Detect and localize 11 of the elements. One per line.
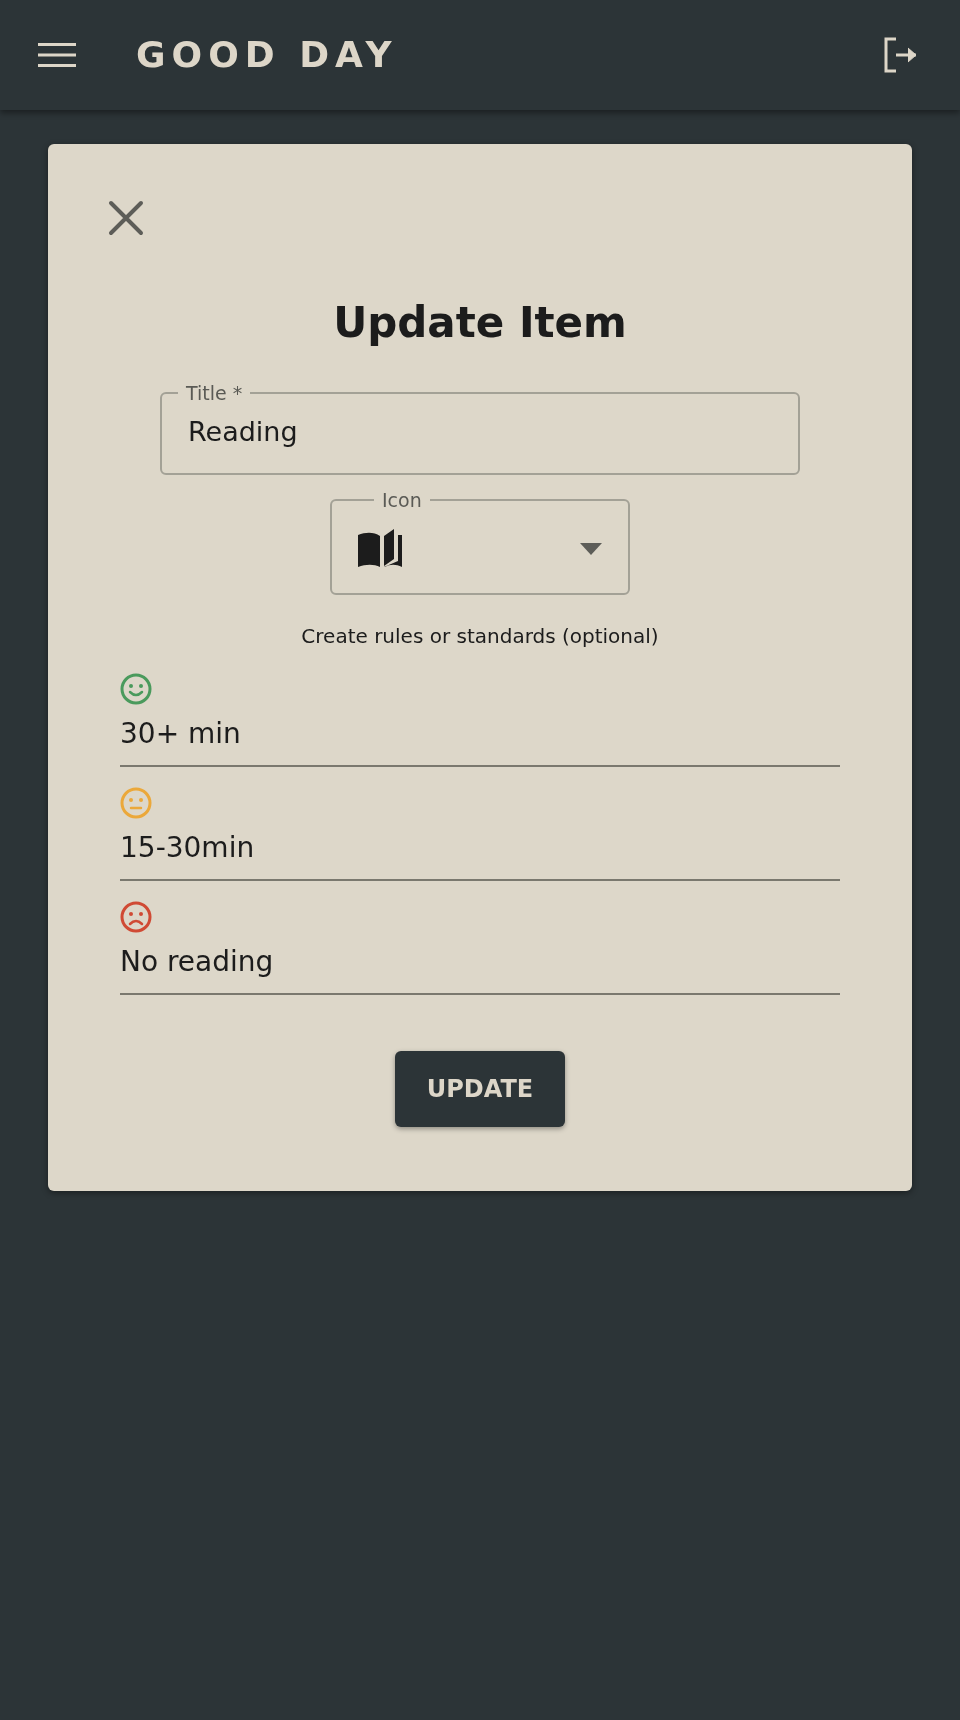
rule-field[interactable]: No reading (120, 940, 840, 995)
rule-field[interactable]: 30+ min (120, 712, 840, 767)
rule-field[interactable]: 15-30min (120, 826, 840, 881)
caret-icon (580, 542, 602, 555)
menu-icon[interactable] (38, 42, 76, 68)
dialog-title: Update Item (332, 298, 628, 349)
app-title: GOOD DAY (136, 33, 398, 77)
close-icon[interactable] (108, 200, 144, 236)
rules-caption: Create rules or standards (optional) (300, 622, 660, 650)
title-field[interactable]: Title * Reading (160, 382, 800, 475)
update-button[interactable]: UPDATE (394, 1050, 566, 1127)
